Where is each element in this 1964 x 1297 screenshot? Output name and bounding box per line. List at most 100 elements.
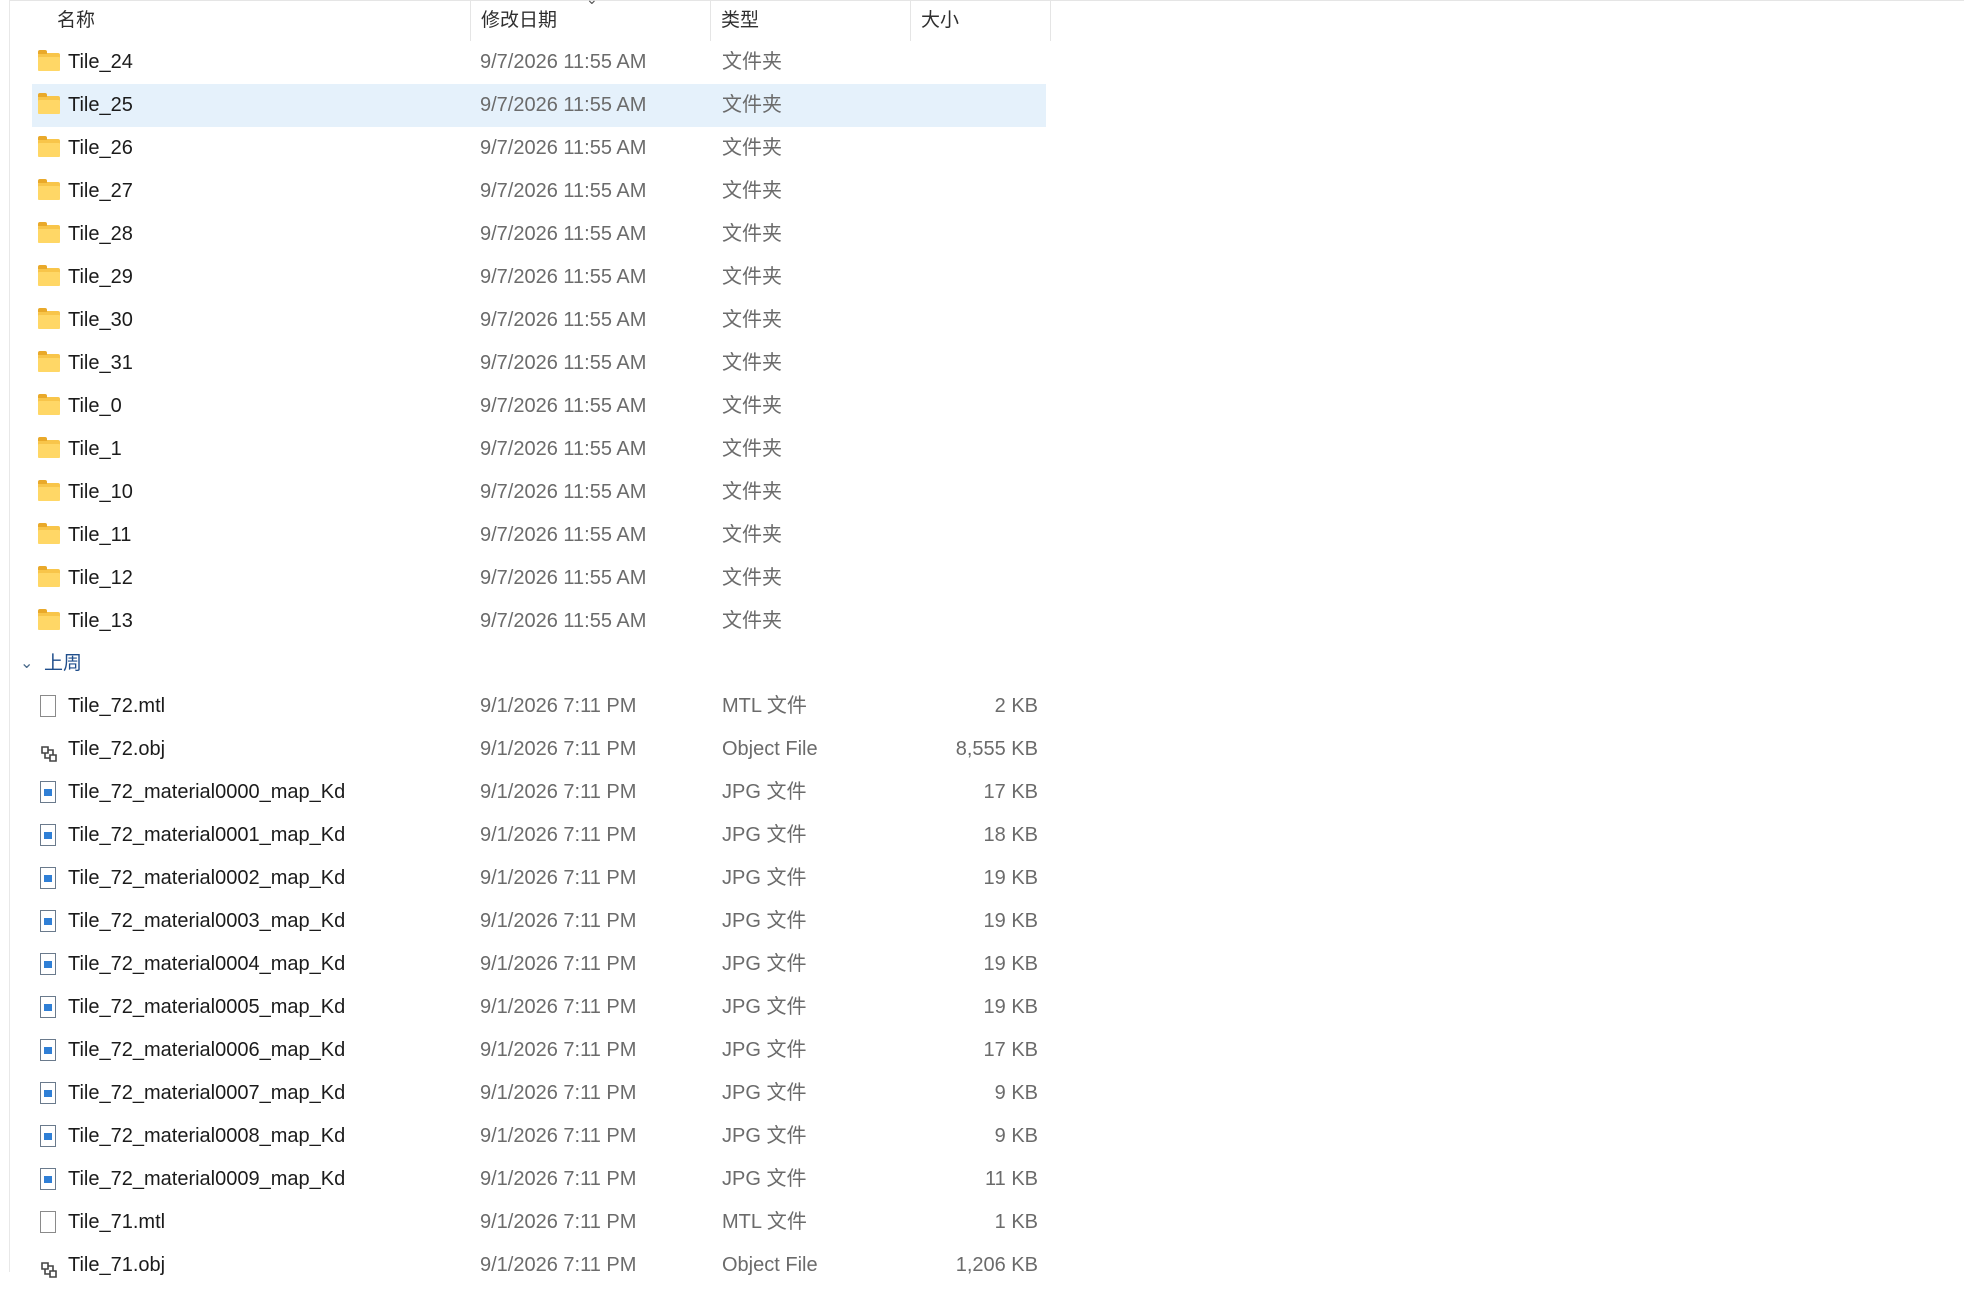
folder-row[interactable]: Tile_1 9/7/2026 11:55 AM 文件夹 bbox=[32, 428, 1046, 471]
folder-row[interactable]: Tile_31 9/7/2026 11:55 AM 文件夹 bbox=[32, 342, 1046, 385]
item-name: Tile_0 bbox=[68, 395, 122, 417]
folder-row[interactable]: Tile_13 9/7/2026 11:55 AM 文件夹 bbox=[32, 600, 1046, 643]
folder-icon bbox=[38, 50, 60, 71]
column-header-size[interactable]: 大小 bbox=[911, 1, 1051, 41]
image-file-icon bbox=[40, 953, 56, 975]
file-row[interactable]: Tile_72_material0006_map_Kd 9/1/2026 7:11… bbox=[32, 1029, 1046, 1072]
item-type: JPG 文件 bbox=[722, 781, 807, 803]
file-row[interactable]: Tile_72_material0003_map_Kd 9/1/2026 7:11… bbox=[32, 900, 1046, 943]
column-header-type[interactable]: 类型 bbox=[711, 1, 911, 41]
file-row[interactable]: Tile_72_material0007_map_Kd 9/1/2026 7:11… bbox=[32, 1072, 1046, 1115]
navigation-pane-edge bbox=[0, 0, 10, 1272]
item-name: Tile_71.mtl bbox=[68, 1211, 166, 1233]
item-name: Tile_29 bbox=[68, 266, 133, 288]
file-row[interactable]: Tile_72_material0009_map_Kd 9/1/2026 7:11… bbox=[32, 1158, 1046, 1201]
item-date: 9/1/2026 7:11 PM bbox=[480, 1168, 637, 1190]
folder-row[interactable]: Tile_28 9/7/2026 11:55 AM 文件夹 bbox=[32, 213, 1046, 256]
file-row[interactable]: Tile_72.mtl 9/1/2026 7:11 PM MTL 文件 2 KB bbox=[32, 685, 1046, 728]
item-date: 9/1/2026 7:11 PM bbox=[480, 996, 637, 1018]
image-file-icon bbox=[40, 1082, 56, 1104]
item-date: 9/7/2026 11:55 AM bbox=[480, 137, 647, 159]
item-date: 9/7/2026 11:55 AM bbox=[480, 266, 647, 288]
file-row[interactable]: Tile_72.obj 9/1/2026 7:11 PM Object File 8,… bbox=[32, 728, 1046, 771]
item-name: Tile_13 bbox=[68, 610, 133, 632]
item-size: 9 KB bbox=[994, 1125, 1038, 1147]
item-size: 1 KB bbox=[994, 1211, 1038, 1233]
item-name: Tile_71.obj bbox=[68, 1254, 166, 1276]
group-header-last-week[interactable]: ⌄ 上周 bbox=[20, 643, 1046, 685]
item-type: 文件夹 bbox=[722, 567, 782, 589]
item-type: JPG 文件 bbox=[722, 1125, 807, 1147]
folder-row[interactable]: Tile_25 9/7/2026 11:55 AM 文件夹 bbox=[32, 84, 1046, 127]
file-row[interactable]: Tile_71.mtl 9/1/2026 7:11 PM MTL 文件 1 KB bbox=[32, 1201, 1046, 1244]
folder-icon bbox=[38, 394, 60, 415]
folder-icon bbox=[38, 351, 60, 372]
folder-icon bbox=[38, 93, 60, 114]
item-size: 19 KB bbox=[983, 867, 1038, 889]
folder-row[interactable]: Tile_26 9/7/2026 11:55 AM 文件夹 bbox=[32, 127, 1046, 170]
column-size-label: 大小 bbox=[921, 10, 960, 31]
item-type: JPG 文件 bbox=[722, 1168, 807, 1190]
folder-icon bbox=[38, 136, 60, 157]
item-size: 17 KB bbox=[983, 1039, 1038, 1061]
image-file-icon bbox=[40, 1168, 56, 1190]
item-type: 文件夹 bbox=[722, 223, 782, 245]
item-date: 9/1/2026 7:11 PM bbox=[480, 695, 637, 717]
file-row[interactable]: Tile_72_material0004_map_Kd 9/1/2026 7:11… bbox=[32, 943, 1046, 986]
item-size: 17 KB bbox=[983, 781, 1038, 803]
item-date: 9/7/2026 11:55 AM bbox=[480, 567, 647, 589]
image-file-icon bbox=[40, 1125, 56, 1147]
item-date: 9/1/2026 7:11 PM bbox=[480, 824, 637, 846]
image-file-icon bbox=[40, 996, 56, 1018]
item-name: Tile_28 bbox=[68, 223, 133, 245]
item-type: 文件夹 bbox=[722, 395, 782, 417]
folder-row[interactable]: Tile_24 9/7/2026 11:55 AM 文件夹 bbox=[32, 41, 1046, 84]
item-type: JPG 文件 bbox=[722, 910, 807, 932]
item-name: Tile_24 bbox=[68, 51, 133, 73]
item-name: Tile_10 bbox=[68, 481, 133, 503]
item-name: Tile_72_material0005_map_Kd bbox=[68, 996, 346, 1018]
item-name: Tile_72_material0008_map_Kd bbox=[68, 1125, 346, 1147]
folder-row[interactable]: Tile_30 9/7/2026 11:55 AM 文件夹 bbox=[32, 299, 1046, 342]
item-type: JPG 文件 bbox=[722, 996, 807, 1018]
item-date: 9/1/2026 7:11 PM bbox=[480, 1254, 637, 1276]
file-row[interactable]: Tile_72_material0002_map_Kd 9/1/2026 7:11… bbox=[32, 857, 1046, 900]
file-row[interactable]: Tile_72_material0001_map_Kd 9/1/2026 7:11… bbox=[32, 814, 1046, 857]
item-date: 9/1/2026 7:11 PM bbox=[480, 910, 637, 932]
item-date: 9/7/2026 11:55 AM bbox=[480, 94, 647, 116]
column-header-name[interactable]: 名称 bbox=[9, 1, 471, 41]
item-type: 文件夹 bbox=[722, 180, 782, 202]
image-file-icon bbox=[40, 867, 56, 889]
file-row[interactable]: Tile_72_material0008_map_Kd 9/1/2026 7:11… bbox=[32, 1115, 1046, 1158]
item-date: 9/7/2026 11:55 AM bbox=[480, 309, 647, 331]
item-size: 9 KB bbox=[994, 1082, 1038, 1104]
item-type: 文件夹 bbox=[722, 51, 782, 73]
folder-row[interactable]: Tile_12 9/7/2026 11:55 AM 文件夹 bbox=[32, 557, 1046, 600]
item-name: Tile_72_material0001_map_Kd bbox=[68, 824, 346, 846]
item-size: 1,206 KB bbox=[955, 1254, 1038, 1276]
file-row[interactable]: Tile_71.obj 9/1/2026 7:11 PM Object File 1,… bbox=[32, 1244, 1046, 1287]
item-size: 11 KB bbox=[985, 1168, 1038, 1190]
item-date: 9/1/2026 7:11 PM bbox=[480, 781, 637, 803]
folder-row[interactable]: Tile_11 9/7/2026 11:55 AM 文件夹 bbox=[32, 514, 1046, 557]
file-row[interactable]: Tile_72_material0005_map_Kd 9/1/2026 7:11… bbox=[32, 986, 1046, 1029]
item-name: Tile_25 bbox=[68, 94, 133, 116]
folder-icon bbox=[38, 308, 60, 329]
folder-row[interactable]: Tile_10 9/7/2026 11:55 AM 文件夹 bbox=[32, 471, 1046, 514]
item-name: Tile_72_material0003_map_Kd bbox=[68, 910, 346, 932]
folder-row[interactable]: Tile_27 9/7/2026 11:55 AM 文件夹 bbox=[32, 170, 1046, 213]
column-date-label: 修改日期 bbox=[481, 10, 558, 31]
item-type: MTL 文件 bbox=[722, 695, 807, 717]
item-date: 9/1/2026 7:11 PM bbox=[480, 1125, 637, 1147]
item-type: 文件夹 bbox=[722, 524, 782, 546]
file-row[interactable]: Tile_72_material0000_map_Kd 9/1/2026 7:11… bbox=[32, 771, 1046, 814]
item-name: Tile_27 bbox=[68, 180, 133, 202]
folder-row[interactable]: Tile_0 9/7/2026 11:55 AM 文件夹 bbox=[32, 385, 1046, 428]
folder-icon bbox=[38, 222, 60, 243]
object-file-icon bbox=[38, 738, 60, 762]
folder-row[interactable]: Tile_29 9/7/2026 11:55 AM 文件夹 bbox=[32, 256, 1046, 299]
item-name: Tile_26 bbox=[68, 137, 133, 159]
item-date: 9/7/2026 11:55 AM bbox=[480, 524, 647, 546]
item-type: JPG 文件 bbox=[722, 1082, 807, 1104]
item-size: 19 KB bbox=[983, 910, 1038, 932]
